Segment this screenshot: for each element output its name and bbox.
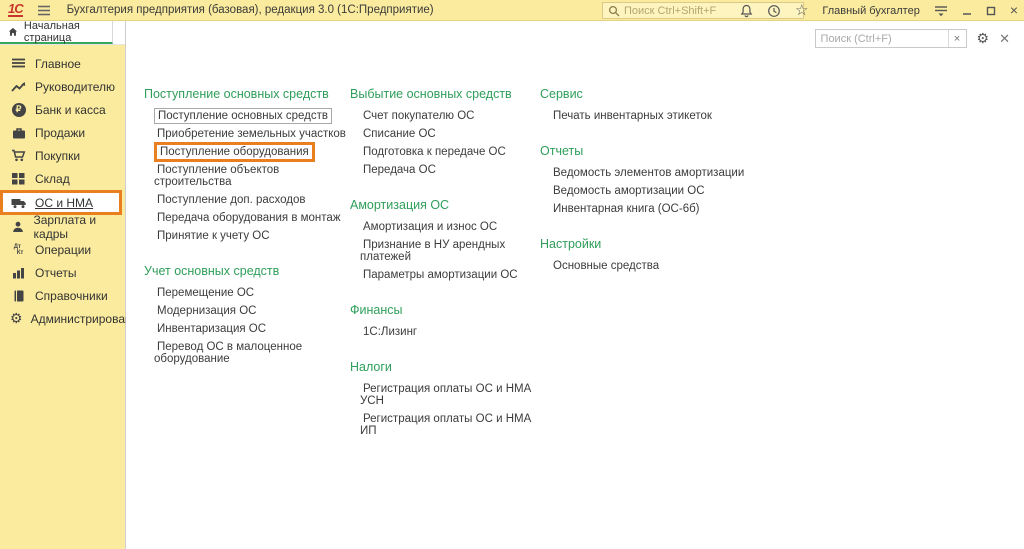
link-registraciya-oplaty-os-i-nma-usn[interactable]: Регистрация оплаты ОС и НМА УСН [360,383,540,407]
link-perevod-os-v-malocennoe[interactable]: Перевод ОС в малоценное оборудование [154,341,350,365]
link-schet-pokupatelyu-os[interactable]: Счет покупателю ОС [360,110,540,122]
link-pechat-inventarnyh-etiketok[interactable]: Печать инвентарных этикеток [550,110,820,122]
sidebar-item-otchety[interactable]: Отчеты [0,261,125,284]
app-title: Бухгалтерия предприятия (базовая), редак… [67,4,434,16]
trend-up-icon [10,81,27,93]
panel-search-input[interactable] [816,33,948,45]
link-vedomost-amortizacii-os[interactable]: Ведомость амортизации ОС [550,185,820,197]
menu-lines-icon [10,58,27,69]
sidebar-item-rukovoditelyu[interactable]: Руководителю [0,75,125,98]
link-vedomost-elementov-amortizacii[interactable]: Ведомость элементов амортизации [550,167,820,179]
bar-chart-icon [10,267,27,279]
link-inventarizaciya-os[interactable]: Инвентаризация ОС [154,323,350,335]
sidebar-item-zarplata-i-kadry[interactable]: Зарплата и кадры [0,215,125,238]
section-header: Сервис [540,87,820,101]
link-osnovnye-sredstva[interactable]: Основные средства [550,260,820,272]
panel-search-field[interactable]: × [815,29,967,48]
bell-icon[interactable] [740,4,753,18]
link-priobretenie-zemelnyh-uchastkov[interactable]: Приобретение земельных участков [154,128,350,140]
sidebar-item-os-i-nma[interactable]: ОС и НМА [0,190,122,215]
dtkt-icon: ДтКт [10,244,27,256]
menu-column-2: Выбытие основных средств Счет покупателю… [350,87,540,459]
link-1c-lizing[interactable]: 1С:Лизинг [360,326,540,338]
link-peredacha-oborudovaniya-v-montazh[interactable]: Передача оборудования в монтаж [154,212,350,224]
history-icon[interactable] [767,4,781,18]
sidebar-item-administrirovanie[interactable]: ⚙ Администрирование [0,307,125,330]
sidebar-item-operacii[interactable]: ДтКт Операции [0,238,125,261]
cart-icon [10,149,27,162]
link-inventarnaya-kniga[interactable]: Инвентарная книга (ОС-6б) [550,203,820,215]
sidebar-item-prodazhi[interactable]: Продажи [0,121,125,144]
sidebar-item-spravochniki[interactable]: Справочники [0,284,125,307]
section-header: Учет основных средств [144,264,350,278]
link-peremeshchenie-os[interactable]: Перемещение ОС [154,287,350,299]
panel-settings-gear-icon[interactable]: ⚙ [977,30,990,47]
search-icon [608,5,620,17]
link-spisanie-os[interactable]: Списание ОС [360,128,540,140]
sidebar-item-bank-i-kassa[interactable]: ₽ Банк и касса [0,98,125,121]
link-registraciya-oplaty-os-i-nma-ip[interactable]: Регистрация оплаты ОС и НМА ИП [360,413,540,437]
section-panel-os-i-nma: × ⚙ ✕ Поступление основных средств Посту… [126,21,1024,549]
truck-icon [10,197,27,209]
menu-column-3: Сервис Печать инвентарных этикеток Отчет… [540,87,820,459]
grid-icon [10,173,27,185]
link-postuplenie-dop-rashodov[interactable]: Поступление доп. расходов [154,194,350,206]
ruble-circle-icon: ₽ [10,103,27,117]
favorites-star-icon[interactable]: ☆ [795,4,808,17]
1c-logo: 1С [8,3,23,17]
sidebar-item-sklad[interactable]: Склад [0,167,125,190]
person-icon [10,221,26,233]
search-clear-icon[interactable]: × [948,30,966,47]
link-parametry-amortizacii-os[interactable]: Параметры амортизации ОС [360,269,540,281]
book-icon [10,290,27,302]
main-menu-icon[interactable] [37,5,51,16]
section-header: Отчеты [540,144,820,158]
sidebar-item-glavnoe[interactable]: Главное [0,52,125,75]
link-postuplenie-oborudovaniya[interactable]: Поступление оборудования [154,146,350,158]
close-icon[interactable]: × [1010,4,1018,17]
title-bar: 1С Бухгалтерия предприятия (базовая), ре… [0,0,1024,21]
tab-home-page[interactable]: Начальная страница [0,21,113,44]
link-postuplenie-obektov-stroitelstva[interactable]: Поступление объектов строительства [154,164,350,188]
link-podgotovka-k-peredache-os[interactable]: Подготовка к передаче ОС [360,146,540,158]
sidebar: Начальная страница Главное Руководителю … [0,21,126,549]
tab-home-label: Начальная страница [24,20,112,44]
home-icon [8,26,18,38]
menu-column-1: Поступление основных средств Поступление… [144,87,350,459]
section-header: Настройки [540,237,820,251]
panel-close-icon[interactable]: ✕ [999,31,1010,47]
section-header: Поступление основных средств [144,87,350,101]
gear-icon: ⚙ [10,312,23,325]
link-amortizaciya-i-iznos-os[interactable]: Амортизация и износ ОС [360,221,540,233]
section-header: Выбытие основных средств [350,87,540,101]
link-peredacha-os[interactable]: Передача ОС [360,164,540,176]
link-modernizaciya-os[interactable]: Модернизация ОС [154,305,350,317]
minimize-icon[interactable] [962,6,972,16]
restore-icon[interactable] [986,6,996,16]
service-menu-icon[interactable] [934,5,948,17]
user-role-label[interactable]: Главный бухгалтер [822,5,919,17]
briefcase-icon [10,127,27,139]
section-header: Финансы [350,303,540,317]
section-header: Налоги [350,360,540,374]
link-priznanie-v-nu-arendnyh-platezhej[interactable]: Признание в НУ арендных платежей [360,239,540,263]
sidebar-item-pokupki[interactable]: Покупки [0,144,125,167]
link-prinyatie-k-uchetu-os[interactable]: Принятие к учету ОС [154,230,350,242]
section-header: Амортизация ОС [350,198,540,212]
link-postuplenie-osnovnyh-sredstv[interactable]: Поступление основных средств [154,110,350,122]
global-search-placeholder: Поиск Ctrl+Shift+F [624,5,716,17]
